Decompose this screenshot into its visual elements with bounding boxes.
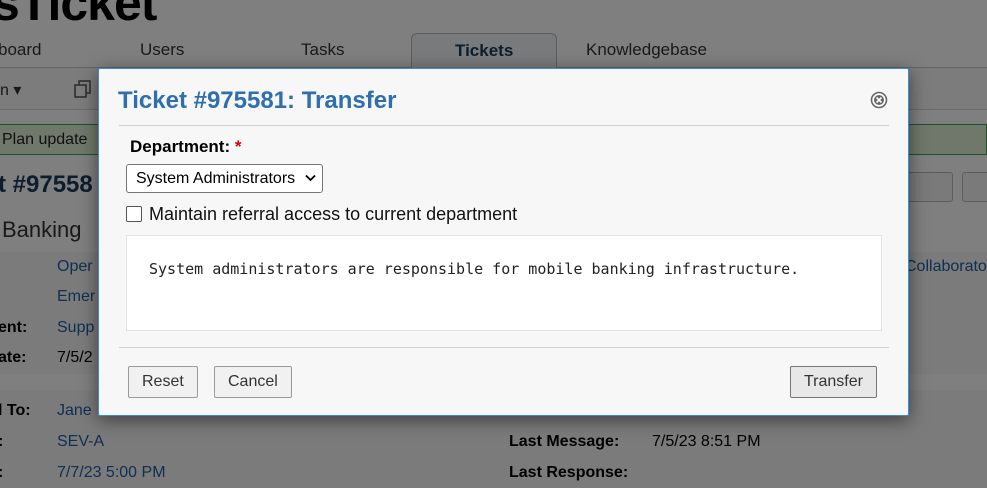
department-label-text: Department: xyxy=(130,137,231,156)
dialog-title: Ticket #975581: Transfer xyxy=(118,87,397,114)
department-field-label: Department: * xyxy=(130,137,241,157)
department-description: System administrators are responsible fo… xyxy=(126,235,882,331)
reset-button[interactable]: Reset xyxy=(128,366,198,398)
required-mark: * xyxy=(234,137,242,156)
transfer-button[interactable]: Transfer xyxy=(790,366,877,398)
transfer-dialog: Ticket #975581: Transfer Department: * S… xyxy=(98,68,909,416)
cancel-button[interactable]: Cancel xyxy=(214,366,292,398)
chevron-down-icon xyxy=(305,174,316,182)
department-select[interactable]: System Administrators xyxy=(126,164,323,193)
maintain-access-label[interactable]: Maintain referral access to current depa… xyxy=(149,204,517,225)
department-selected-value: System Administrators xyxy=(136,170,296,187)
maintain-access-checkbox[interactable] xyxy=(126,206,142,222)
footer-divider xyxy=(119,347,889,348)
title-divider xyxy=(119,125,889,126)
close-icon[interactable] xyxy=(870,91,888,109)
department-description-text: System administrators are responsible fo… xyxy=(149,260,800,278)
